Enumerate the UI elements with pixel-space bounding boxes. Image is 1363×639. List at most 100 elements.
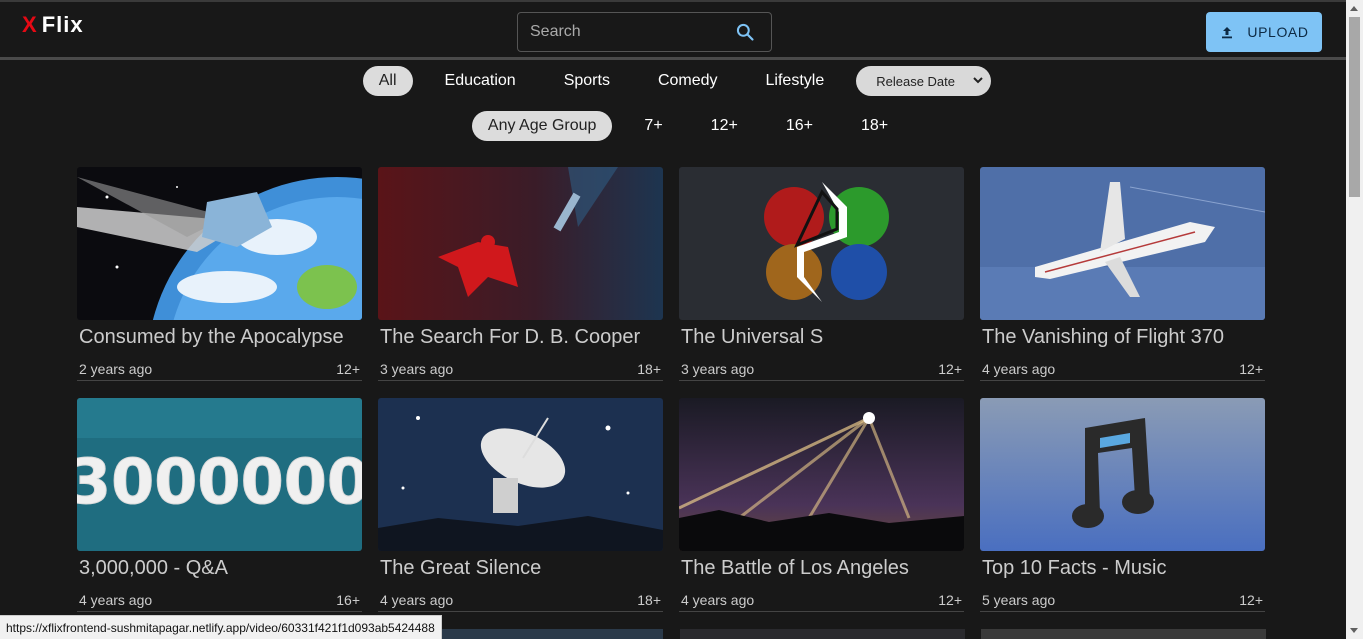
age-pill-18[interactable]: 18+ xyxy=(845,111,904,141)
top-bar: X Flix UPLOAD xyxy=(0,0,1346,60)
video-meta: 4 years ago 16+ xyxy=(77,592,362,612)
logo-x: X xyxy=(22,12,38,37)
age-rating: 12+ xyxy=(1239,592,1263,608)
search-icon[interactable] xyxy=(735,22,755,42)
release-date: 4 years ago xyxy=(380,592,454,608)
video-card[interactable]: The Universal S 3 years ago 12+ xyxy=(679,167,964,382)
genre-pill-sports[interactable]: Sports xyxy=(548,66,626,96)
video-card[interactable]: The Search For D. B. Cooper 3 years ago … xyxy=(378,167,663,382)
logo-text: Flix xyxy=(41,12,84,37)
video-card[interactable]: The Vanishing of Flight 370 4 years ago … xyxy=(980,167,1265,382)
genre-label: Comedy xyxy=(657,72,718,89)
video-thumbnail[interactable] xyxy=(77,167,362,320)
age-pill-12[interactable]: 12+ xyxy=(695,111,754,141)
age-rating: 12+ xyxy=(938,361,962,377)
release-date: 4 years ago xyxy=(982,361,1056,377)
release-date: 4 years ago xyxy=(681,592,755,608)
genre-filter-bar: All Education Sports Comedy Lifestyle Re… xyxy=(0,66,1346,96)
link-status-bar: https://xflixfrontend-sushmitapagar.netl… xyxy=(0,615,442,639)
video-thumbnail[interactable] xyxy=(378,167,663,320)
video-meta: 3 years ago 12+ xyxy=(679,361,964,381)
age-pill-7[interactable]: 7+ xyxy=(628,111,678,141)
video-thumbnail-partial[interactable] xyxy=(981,629,1266,639)
genre-label: Education xyxy=(444,72,516,89)
age-label: Any Age Group xyxy=(487,117,597,134)
video-grid: Consumed by the Apocalypse 2 years ago 1… xyxy=(77,167,1267,613)
genre-pill-all[interactable]: All xyxy=(362,66,413,96)
video-thumbnail[interactable] xyxy=(679,398,964,551)
video-meta: 5 years ago 12+ xyxy=(980,592,1265,612)
age-pill-any[interactable]: Any Age Group xyxy=(471,111,613,141)
video-thumbnail[interactable] xyxy=(980,398,1265,551)
search-box xyxy=(517,12,772,52)
upload-icon xyxy=(1222,27,1233,39)
video-card[interactable]: Top 10 Facts - Music 5 years ago 12+ xyxy=(980,398,1265,613)
video-title[interactable]: The Battle of Los Angeles xyxy=(679,557,964,580)
status-url: https://xflixfrontend-sushmitapagar.netl… xyxy=(6,620,435,635)
video-meta: 4 years ago 12+ xyxy=(980,361,1265,381)
video-thumbnail[interactable] xyxy=(980,167,1265,320)
age-rating: 16+ xyxy=(336,592,360,608)
upload-button[interactable]: UPLOAD xyxy=(1206,12,1322,52)
thumbnail-number-text: 3000000 xyxy=(77,445,362,518)
release-date: 3 years ago xyxy=(380,361,454,377)
cooper-thumbnail-image xyxy=(378,167,663,320)
music-facts-thumbnail-image xyxy=(980,398,1265,551)
video-thumbnail-partial[interactable] xyxy=(680,629,965,639)
age-label: 16+ xyxy=(785,117,813,134)
search-input[interactable] xyxy=(530,23,730,41)
video-title[interactable]: Consumed by the Apocalypse xyxy=(77,326,362,349)
age-rating: 12+ xyxy=(336,361,360,377)
video-title[interactable]: The Universal S xyxy=(679,326,964,349)
page-scrollbar[interactable] xyxy=(1346,0,1363,639)
genre-label: All xyxy=(378,72,397,89)
scroll-down-icon[interactable] xyxy=(1350,628,1358,633)
scroll-up-icon[interactable] xyxy=(1350,6,1358,11)
sort-selected: Release Date xyxy=(876,73,956,89)
video-meta: 3 years ago 18+ xyxy=(378,361,663,381)
flight-370-thumbnail-image xyxy=(980,167,1265,320)
los-angeles-thumbnail-image xyxy=(679,398,964,551)
video-card[interactable]: Consumed by the Apocalypse 2 years ago 1… xyxy=(77,167,362,382)
scrollbar-thumb[interactable] xyxy=(1349,17,1360,197)
chevron-down-icon xyxy=(973,77,983,84)
video-card[interactable]: The Great Silence 4 years ago 18+ xyxy=(378,398,663,613)
release-date: 3 years ago xyxy=(681,361,755,377)
genre-label: Lifestyle xyxy=(765,72,825,89)
age-label: 7+ xyxy=(644,117,663,134)
release-date: 2 years ago xyxy=(79,361,153,377)
genre-pill-education[interactable]: Education xyxy=(429,66,532,96)
video-title[interactable]: Top 10 Facts - Music xyxy=(980,557,1265,580)
age-label: 18+ xyxy=(860,117,889,134)
video-thumbnail[interactable] xyxy=(679,167,964,320)
age-rating: 12+ xyxy=(938,592,962,608)
video-title[interactable]: The Search For D. B. Cooper xyxy=(378,326,663,349)
video-card[interactable]: 3000000 3,000,000 - Q&A 4 years ago 16+ xyxy=(77,398,362,613)
genre-pill-comedy[interactable]: Comedy xyxy=(642,66,734,96)
age-rating: 12+ xyxy=(1239,361,1263,377)
video-thumbnail[interactable] xyxy=(378,398,663,551)
apocalypse-thumbnail-image xyxy=(77,167,362,320)
genre-label: Sports xyxy=(563,72,610,89)
release-date: 5 years ago xyxy=(982,592,1056,608)
release-date: 4 years ago xyxy=(79,592,153,608)
age-rating: 18+ xyxy=(637,592,661,608)
video-title[interactable]: The Great Silence xyxy=(378,557,663,580)
age-filter-bar: Any Age Group 7+ 12+ 16+ 18+ xyxy=(0,111,1346,141)
video-meta: 4 years ago 18+ xyxy=(378,592,663,612)
genre-pill-lifestyle[interactable]: Lifestyle xyxy=(750,66,841,96)
age-pill-16[interactable]: 16+ xyxy=(770,111,829,141)
sort-select[interactable]: Release Date xyxy=(856,66,992,96)
video-meta: 2 years ago 12+ xyxy=(77,361,362,381)
video-thumbnail[interactable]: 3000000 xyxy=(77,398,362,551)
great-silence-thumbnail-image xyxy=(378,398,663,551)
age-label: 12+ xyxy=(710,117,738,134)
video-title[interactable]: The Vanishing of Flight 370 xyxy=(980,326,1265,349)
logo[interactable]: X Flix xyxy=(22,12,84,38)
video-meta: 4 years ago 12+ xyxy=(679,592,964,612)
video-card[interactable]: The Battle of Los Angeles 4 years ago 12… xyxy=(679,398,964,613)
upload-label: UPLOAD xyxy=(1247,24,1309,40)
age-rating: 18+ xyxy=(637,361,661,377)
qa-thumbnail-image: 3000000 xyxy=(77,398,362,551)
video-title[interactable]: 3,000,000 - Q&A xyxy=(77,557,362,580)
